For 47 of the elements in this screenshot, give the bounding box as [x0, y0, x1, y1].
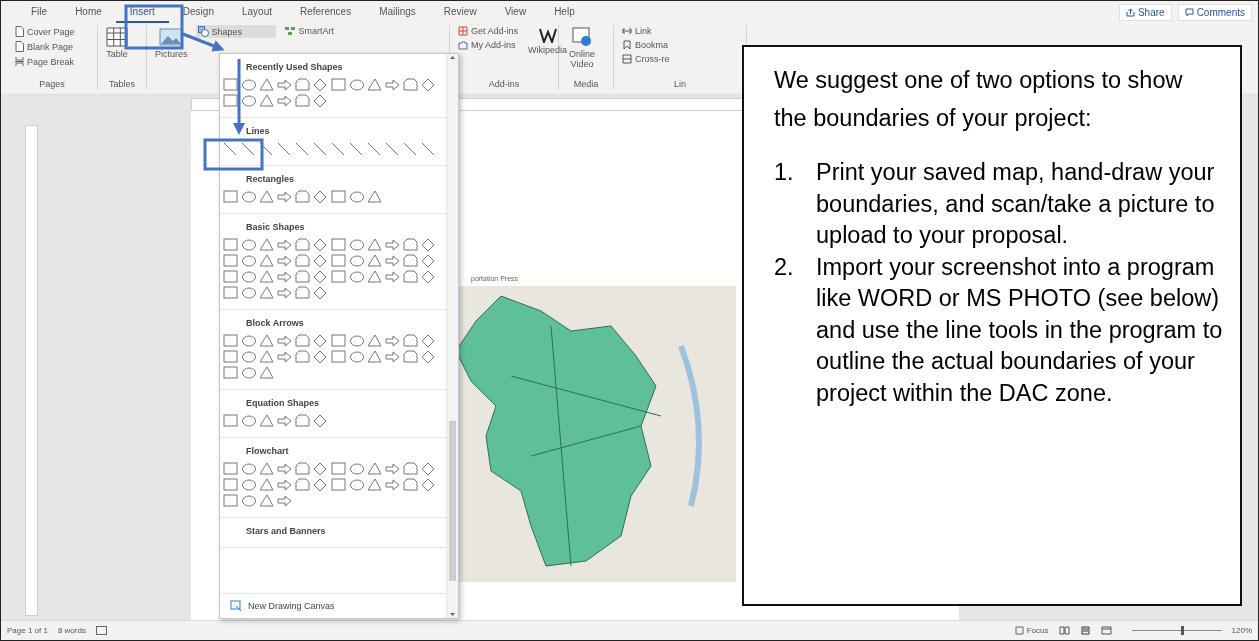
- group-label: Pages: [38, 78, 66, 90]
- wikipedia-button[interactable]: Wikipedia: [526, 25, 570, 57]
- ribbon-tab[interactable]: Design: [168, 1, 228, 23]
- blank-page-button[interactable]: Blank Page: [13, 40, 77, 53]
- bookmark-button[interactable]: Bookma: [620, 39, 672, 51]
- zoom-level[interactable]: 120%: [1231, 626, 1252, 635]
- my-add-ins-button[interactable]: My Add-ins: [456, 39, 521, 51]
- step-text: Print your saved map, hand-draw your boundaries, and scan/take a picture to upload to your proposal.: [816, 158, 1216, 250]
- section-heading: Lines: [246, 126, 271, 136]
- ribbon-tab[interactable]: Help: [540, 1, 589, 23]
- section-heading: Equation Shapes: [246, 398, 320, 408]
- shapes-button[interactable]: Shapes: [195, 25, 276, 38]
- ribbon-tab[interactable]: Review: [429, 1, 491, 23]
- step-number: 1.: [774, 158, 795, 187]
- section-heading: Recently Used Shapes: [246, 62, 344, 72]
- ribbon-tab[interactable]: References: [286, 1, 366, 23]
- group-label: Lin: [673, 78, 687, 90]
- word-count: 8 words: [57, 626, 86, 635]
- table-button[interactable]: Table: [104, 25, 130, 61]
- section-heading: Block Arrows: [246, 318, 305, 328]
- get-add-ins-button[interactable]: Get Add-ins: [456, 25, 521, 37]
- new-drawing-canvas-button[interactable]: New Drawing Canvas: [220, 593, 446, 618]
- pictures-button[interactable]: Pictures: [153, 25, 190, 61]
- comments-button[interactable]: Comments: [1177, 3, 1252, 21]
- group-label: Media: [572, 78, 600, 90]
- cross-reference-button[interactable]: Cross-re: [620, 53, 672, 65]
- focus-button[interactable]: Focus: [1014, 626, 1049, 635]
- step-text: Import your screenshot into a program like WORD or MS PHOTO (see below) and use the line tools in the program to outline the actual boundaries of your project within the DAC zone.: [816, 252, 1224, 408]
- group-label: Tables: [108, 78, 136, 90]
- section-heading: Basic Shapes: [246, 222, 306, 232]
- share-button[interactable]: Share: [1118, 3, 1172, 21]
- callout-intro: We suggest one of two options to show the boundaries of your project:: [774, 66, 1184, 133]
- step-number: 2.: [774, 252, 795, 282]
- ribbon-tab[interactable]: Mailings: [365, 1, 430, 23]
- ribbon-tab[interactable]: File: [17, 1, 62, 23]
- page-break-button[interactable]: Page Break: [13, 55, 77, 68]
- smartart-button[interactable]: SmartArt: [281, 25, 337, 37]
- section-heading: Stars and Banners: [246, 526, 327, 536]
- section-heading: Rectangles: [246, 174, 296, 184]
- group-label: Add-ins: [487, 78, 521, 90]
- section-heading: Flowchart: [246, 446, 290, 456]
- ribbon-tab[interactable]: View: [490, 1, 541, 23]
- cover-page-button[interactable]: Cover Page: [13, 25, 77, 38]
- link-button[interactable]: Link: [620, 25, 672, 37]
- ribbon-tab[interactable]: Home: [61, 1, 116, 23]
- page-count: Page 1 of 1: [7, 626, 48, 635]
- ribbon-tab[interactable]: Layout: [227, 1, 286, 23]
